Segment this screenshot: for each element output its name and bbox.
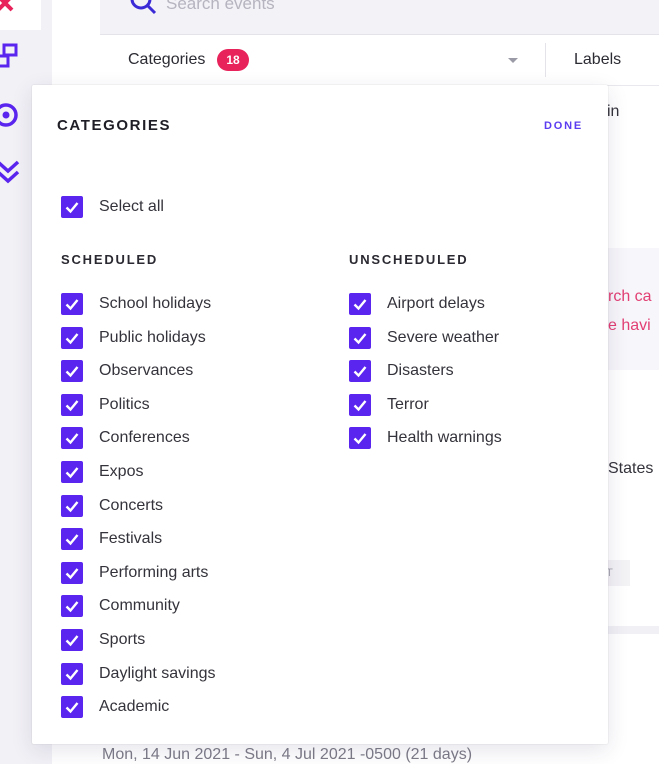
- scheduled-section-title: SCHEDULED: [61, 252, 159, 267]
- category-label: Politics: [99, 395, 150, 413]
- background-card: [607, 248, 659, 370]
- category-checkbox[interactable]: Festivals: [61, 527, 162, 551]
- category-checkbox[interactable]: Public holidays: [61, 326, 206, 350]
- checkmark-icon[interactable]: [61, 393, 83, 416]
- checkmark-icon[interactable]: [349, 293, 371, 315]
- checkmark-icon[interactable]: [61, 662, 83, 685]
- background-text: rch ca: [608, 288, 652, 305]
- category-checkbox[interactable]: Academic: [61, 695, 169, 719]
- checkmark-icon[interactable]: [61, 528, 83, 551]
- category-checkbox[interactable]: Daylight savings: [61, 662, 216, 686]
- select-all-checkbox[interactable]: Select all: [61, 195, 164, 219]
- category-label: Observances: [99, 362, 194, 380]
- checkmark-icon[interactable]: [349, 326, 371, 349]
- category-checkbox[interactable]: Severe weather: [349, 326, 499, 350]
- category-label: Concerts: [99, 496, 164, 514]
- category-checkbox[interactable]: Sports: [61, 628, 145, 652]
- nodes-icon[interactable]: [0, 42, 22, 72]
- checkmark-icon[interactable]: [61, 461, 83, 483]
- category-checkbox[interactable]: Politics: [61, 393, 150, 417]
- checkmark-icon[interactable]: [61, 494, 83, 517]
- category-label: Airport delays: [387, 295, 485, 312]
- background-text: e havi: [608, 317, 651, 334]
- target-icon[interactable]: [0, 100, 22, 130]
- checkmark-icon[interactable]: [61, 629, 83, 651]
- category-label: Public holidays: [99, 328, 206, 346]
- category-checkbox[interactable]: Observances: [61, 359, 193, 383]
- checkmark-icon[interactable]: [349, 427, 371, 450]
- category-label: Conferences: [99, 429, 190, 447]
- checkmark-icon[interactable]: [61, 196, 83, 218]
- category-checkbox[interactable]: Concerts: [61, 494, 163, 518]
- chevron-down-icon[interactable]: [508, 58, 518, 63]
- categories-count-badge: 18: [217, 49, 249, 71]
- category-checkbox[interactable]: Terror: [349, 393, 429, 417]
- category-checkbox[interactable]: Disasters: [349, 359, 454, 383]
- category-label: Community: [99, 597, 180, 615]
- checkmark-icon[interactable]: [61, 326, 83, 349]
- checkmark-icon[interactable]: [61, 427, 83, 450]
- checkmark-icon[interactable]: [349, 360, 371, 383]
- category-checkbox[interactable]: School holidays: [61, 292, 211, 316]
- category-label: Academic: [99, 698, 170, 716]
- category-checkbox[interactable]: Community: [61, 594, 180, 618]
- select-all-label: Select all: [99, 198, 164, 215]
- category-label: Daylight savings: [99, 664, 216, 682]
- popover-title: CATEGORIES: [57, 117, 172, 134]
- labels-dropdown-label[interactable]: Labels: [574, 51, 621, 69]
- category-checkbox[interactable]: Expos: [61, 460, 143, 484]
- search-input[interactable]: Search events: [166, 0, 275, 14]
- category-label: Severe weather: [387, 328, 500, 346]
- category-checkbox[interactable]: Health warnings: [349, 426, 502, 450]
- date-range-text: Mon, 14 Jun 2021 - Sun, 4 Jul 2021 -0500…: [102, 746, 473, 763]
- chevrons-down-icon[interactable]: [0, 156, 22, 186]
- checkmark-icon[interactable]: [61, 293, 83, 315]
- search-icon: [128, 0, 158, 21]
- close-icon[interactable]: [0, 0, 22, 18]
- divider: [545, 43, 546, 77]
- category-label: School holidays: [99, 295, 212, 312]
- background-text: in: [607, 103, 620, 120]
- category-checkbox[interactable]: Performing arts: [61, 561, 208, 585]
- category-label: Performing arts: [99, 563, 209, 581]
- category-label: Health warnings: [387, 429, 502, 447]
- checkmark-icon[interactable]: [61, 561, 83, 584]
- background-text: States: [608, 460, 654, 477]
- filter-bar: Categories 18 Labels: [100, 35, 659, 86]
- checkmark-icon[interactable]: [61, 696, 83, 719]
- categories-popover: CATEGORIES DONE Select all SCHEDULED UNS…: [32, 85, 608, 744]
- categories-dropdown-label[interactable]: Categories: [128, 51, 205, 69]
- checkmark-icon[interactable]: [349, 393, 371, 416]
- category-label: Disasters: [387, 362, 454, 380]
- category-label: Expos: [99, 463, 144, 480]
- category-label: Sports: [99, 631, 146, 648]
- unscheduled-section-title: UNSCHEDULED: [349, 252, 469, 267]
- search-bar[interactable]: Search events: [100, 0, 659, 35]
- category-checkbox[interactable]: Conferences: [61, 426, 190, 450]
- done-button[interactable]: DONE: [544, 120, 583, 132]
- checkmark-icon[interactable]: [61, 360, 83, 383]
- category-label: Festivals: [99, 530, 163, 548]
- checkmark-icon[interactable]: [61, 595, 83, 618]
- category-checkbox[interactable]: Airport delays: [349, 292, 485, 316]
- category-label: Terror: [387, 395, 429, 413]
